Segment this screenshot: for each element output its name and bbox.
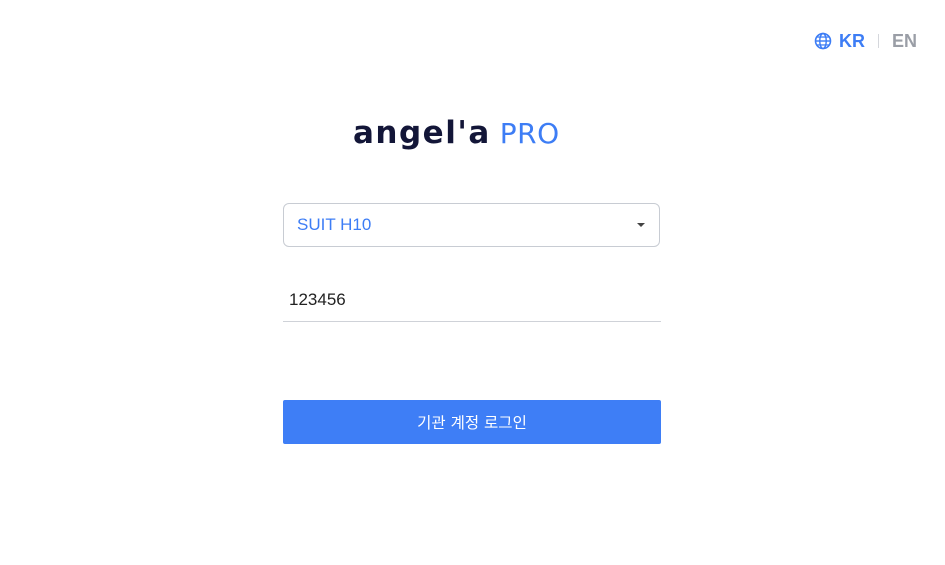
logo-wordmark: angel'a <box>353 115 491 151</box>
app-logo: angel'a PRO <box>353 113 560 153</box>
device-select-value: SUIT H10 <box>297 215 372 234</box>
institution-login-button[interactable]: 기관 계정 로그인 <box>283 400 661 444</box>
institution-code-field <box>283 278 661 322</box>
language-en-option[interactable]: EN <box>892 31 917 52</box>
institution-code-input[interactable] <box>289 289 655 310</box>
language-switcher: KR EN <box>814 31 917 51</box>
globe-icon[interactable] <box>814 32 832 50</box>
language-kr-option[interactable]: KR <box>839 31 865 52</box>
caret-down-icon <box>637 223 645 227</box>
language-divider <box>877 34 879 48</box>
logo-pro-label: PRO <box>499 116 560 150</box>
device-select[interactable]: SUIT H10 <box>283 203 660 247</box>
